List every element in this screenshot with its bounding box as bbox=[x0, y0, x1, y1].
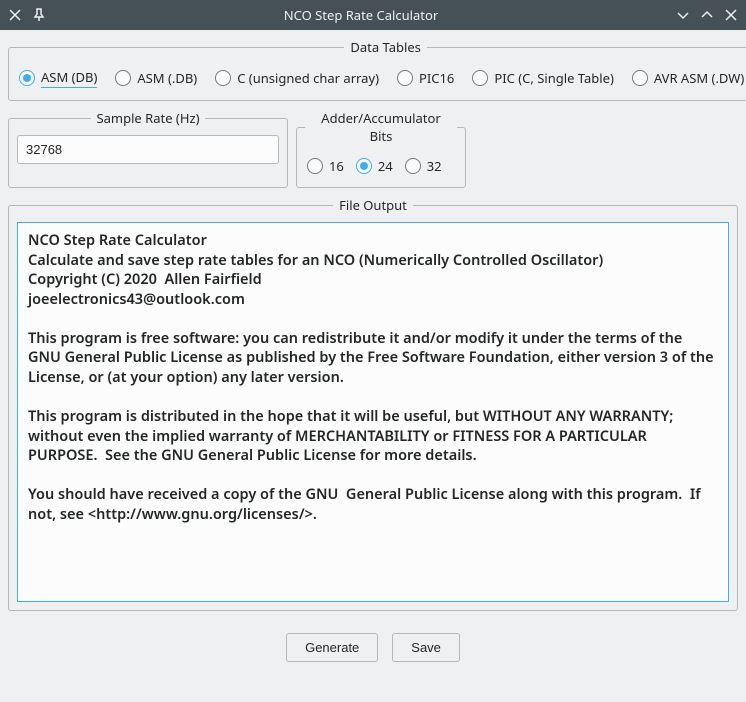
generate-button[interactable]: Generate bbox=[286, 633, 378, 662]
data-tables-label: AVR ASM (.DW) bbox=[654, 69, 744, 87]
bits-label: 32 bbox=[427, 157, 442, 175]
data-tables-option-2[interactable]: C (unsigned char array) bbox=[215, 69, 379, 87]
file-output-group: File Output NCO Step Rate Calculator Cal… bbox=[8, 196, 738, 611]
app-icon bbox=[8, 8, 22, 22]
titlebar: NCO Step Rate Calculator bbox=[0, 0, 746, 30]
close-icon[interactable] bbox=[724, 8, 738, 22]
data-tables-option-0[interactable]: ASM (DB) bbox=[19, 68, 97, 88]
content-area: Data Tables ASM (DB) ASM (.DB) C (unsigned… bbox=[0, 30, 746, 678]
radio-icon bbox=[405, 158, 421, 174]
minimize-icon[interactable] bbox=[676, 8, 690, 22]
data-tables-label: PIC16 bbox=[419, 69, 454, 87]
data-tables-label: C (unsigned char array) bbox=[237, 69, 379, 87]
bits-options: 16 24 32 bbox=[305, 153, 457, 179]
file-output-legend: File Output bbox=[333, 196, 413, 214]
bits-label: 16 bbox=[329, 157, 344, 175]
button-row: Generate Save bbox=[8, 619, 738, 670]
data-tables-label: PIC (C, Single Table) bbox=[494, 69, 614, 87]
radio-icon bbox=[19, 70, 35, 86]
bits-option-0[interactable]: 16 bbox=[307, 157, 344, 175]
sample-rate-input[interactable] bbox=[17, 135, 279, 164]
bits-group: Adder/Accumulator Bits 16 24 32 bbox=[296, 109, 466, 188]
pin-icon[interactable] bbox=[32, 8, 46, 22]
sample-rate-group: Sample Rate (Hz) bbox=[8, 109, 288, 188]
radio-icon bbox=[307, 158, 323, 174]
radio-icon bbox=[472, 70, 488, 86]
bits-label: 24 bbox=[378, 157, 393, 175]
radio-icon bbox=[397, 70, 413, 86]
radio-icon bbox=[215, 70, 231, 86]
bits-option-1[interactable]: 24 bbox=[356, 157, 393, 175]
save-button[interactable]: Save bbox=[392, 633, 460, 662]
radio-icon bbox=[632, 70, 648, 86]
file-output-text[interactable]: NCO Step Rate Calculator Calculate and s… bbox=[17, 222, 729, 602]
bits-legend: Adder/Accumulator Bits bbox=[305, 109, 457, 145]
data-tables-label: ASM (.DB) bbox=[137, 69, 197, 87]
data-tables-option-3[interactable]: PIC16 bbox=[397, 69, 454, 87]
data-tables-option-4[interactable]: PIC (C, Single Table) bbox=[472, 69, 614, 87]
window-title: NCO Step Rate Calculator bbox=[46, 6, 676, 24]
data-tables-legend: Data Tables bbox=[344, 38, 427, 56]
data-tables-options: ASM (DB) ASM (.DB) C (unsigned char array)… bbox=[17, 64, 746, 92]
sample-rate-legend: Sample Rate (Hz) bbox=[91, 109, 206, 127]
bits-option-2[interactable]: 32 bbox=[405, 157, 442, 175]
data-tables-option-5[interactable]: AVR ASM (.DW) bbox=[632, 69, 744, 87]
data-tables-group: Data Tables ASM (DB) ASM (.DB) C (unsigned… bbox=[8, 38, 746, 101]
radio-icon bbox=[356, 158, 372, 174]
maximize-icon[interactable] bbox=[700, 8, 714, 22]
radio-icon bbox=[115, 70, 131, 86]
data-tables-option-1[interactable]: ASM (.DB) bbox=[115, 69, 197, 87]
data-tables-label: ASM (DB) bbox=[41, 68, 97, 88]
